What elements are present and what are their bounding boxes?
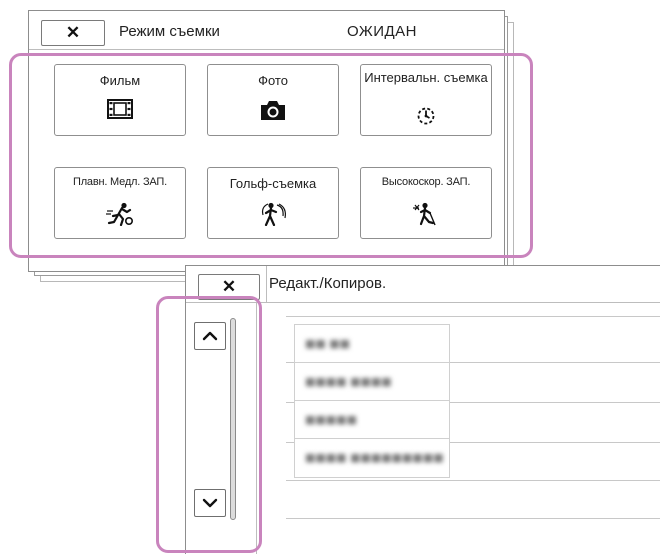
header-divider bbox=[266, 266, 267, 302]
close-icon: ✕ bbox=[65, 23, 81, 42]
mode-label: Высокоскор. ЗАП. bbox=[381, 176, 471, 188]
list-item-label: ■■■■ ■■■■ bbox=[305, 375, 392, 388]
film-icon bbox=[107, 99, 133, 124]
slow-motion-icon bbox=[105, 202, 135, 231]
chevron-up-icon bbox=[202, 331, 218, 341]
edit-copy-header: ✕ Редакт./Копиров. bbox=[186, 266, 660, 303]
mode-high-speed-button[interactable]: Высокоскор. ЗАП. bbox=[360, 167, 492, 239]
mode-label: Интервальн. съемка bbox=[364, 70, 488, 85]
shooting-mode-header: ✕ Режим съемки ОЖИДАН bbox=[29, 11, 504, 50]
page-title: Режим съемки bbox=[119, 23, 220, 40]
list-item[interactable]: ■■■■■ bbox=[294, 400, 450, 440]
mode-golf-button[interactable]: Гольф-съемка bbox=[207, 167, 339, 239]
status-text: ОЖИДАН bbox=[347, 23, 417, 40]
mode-photo-button[interactable]: Фото bbox=[207, 64, 339, 136]
mode-label: Фильм bbox=[99, 73, 141, 88]
mode-label: Плавн. Медл. ЗАП. bbox=[72, 176, 167, 188]
mode-movie-button[interactable]: Фильм bbox=[54, 64, 186, 136]
mode-label: Фото bbox=[258, 73, 288, 88]
mode-interval-button[interactable]: Интервальн. съемка bbox=[360, 64, 492, 136]
edit-copy-panel: ✕ Редакт./Копиров. ■■ ■■ ■■■■ ■■■■ ■■■■■… bbox=[185, 265, 660, 554]
scrollbar[interactable] bbox=[230, 318, 236, 520]
list-item-label: ■■■■ ■■■■■■■■■ bbox=[305, 451, 444, 464]
close-button[interactable]: ✕ bbox=[41, 20, 105, 46]
list-item[interactable]: ■■ ■■ bbox=[294, 324, 450, 364]
close-button[interactable]: ✕ bbox=[198, 274, 260, 300]
list-item-label: ■■■■■ bbox=[305, 413, 357, 426]
mode-slow-motion-button[interactable]: Плавн. Медл. ЗАП. bbox=[54, 167, 186, 239]
page-title: Редакт./Копиров. bbox=[269, 275, 387, 292]
high-frame-rate-icon bbox=[411, 202, 441, 231]
chevron-down-icon bbox=[202, 498, 218, 508]
scroll-down-button[interactable] bbox=[194, 489, 226, 517]
close-icon: ✕ bbox=[221, 277, 237, 296]
scroll-up-button[interactable] bbox=[194, 322, 226, 350]
list-item[interactable]: ■■■■ ■■■■■■■■■ bbox=[294, 438, 450, 478]
list-divider bbox=[286, 480, 660, 481]
sidebar-divider bbox=[256, 302, 257, 554]
mode-label: Гольф-съемка bbox=[229, 176, 317, 191]
list-item-label: ■■ ■■ bbox=[305, 337, 351, 350]
camera-icon bbox=[259, 99, 287, 126]
golf-swing-icon bbox=[258, 202, 288, 231]
interval-timer-icon bbox=[416, 106, 436, 131]
list-item[interactable]: ■■■■ ■■■■ bbox=[294, 362, 450, 402]
list-divider bbox=[286, 518, 660, 519]
list-divider bbox=[286, 316, 660, 317]
